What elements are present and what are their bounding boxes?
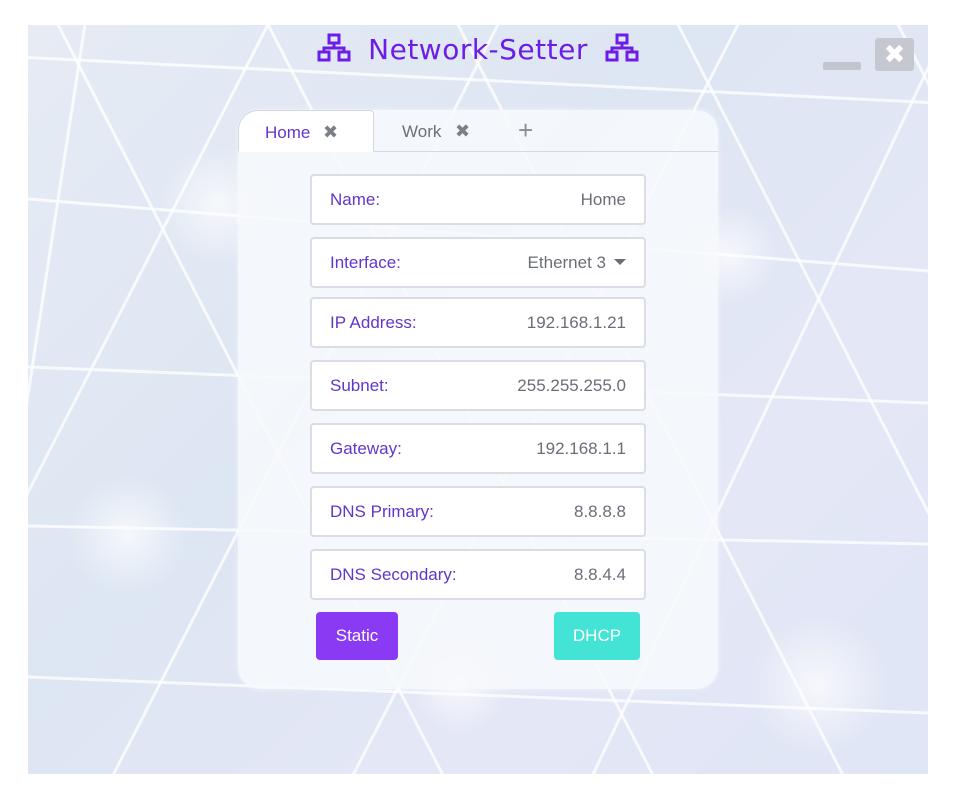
tab-close-icon[interactable]: ✖ [455,110,470,153]
dns-secondary-input[interactable]: 8.8.4.4 [574,551,626,598]
field-label: Subnet: [330,376,389,395]
dns-primary-input[interactable]: 8.8.8.8 [574,488,626,535]
tab-home[interactable]: Home ✖ [238,110,374,152]
app-title-text: Network-Setter [368,33,588,66]
dhcp-button[interactable]: DHCP [554,612,640,660]
gateway-input[interactable]: 192.168.1.1 [536,425,626,472]
network-icon [317,33,351,62]
interface-value[interactable]: Ethernet 3 [528,239,606,286]
dns-secondary-field[interactable]: DNS Secondary: 8.8.4.4 [310,549,646,600]
chevron-down-icon[interactable] [614,259,626,265]
interface-select[interactable]: Interface: Ethernet 3 [310,237,646,288]
subnet-input[interactable]: 255.255.255.0 [517,362,626,409]
tab-label: Work [402,122,442,141]
tab-bar: Home ✖ Work ✖ + [238,110,718,152]
network-icon [605,33,639,62]
static-button[interactable]: Static [316,612,398,660]
field-label: Gateway: [330,439,402,458]
tab-close-icon[interactable]: ✖ [323,111,338,154]
gateway-field[interactable]: Gateway: 192.168.1.1 [310,423,646,474]
name-field[interactable]: Name: Home [310,174,646,225]
field-label: Interface: [330,253,401,272]
dns-primary-field[interactable]: DNS Primary: 8.8.8.8 [310,486,646,537]
subnet-field[interactable]: Subnet: 255.255.255.0 [310,360,646,411]
tab-label: Home [265,123,311,142]
ip-address-input[interactable]: 192.168.1.21 [527,299,626,346]
ip-address-field[interactable]: IP Address: 192.168.1.21 [310,297,646,348]
close-window-button[interactable]: ✖ [875,38,914,71]
close-icon: ✖ [883,39,906,69]
tab-work[interactable]: Work ✖ [375,110,485,151]
field-label: Name: [330,190,381,209]
field-label: DNS Primary: [330,502,434,521]
minimize-button[interactable] [823,62,861,70]
field-label: DNS Secondary: [330,565,457,584]
app-window: Network-Setter ✖ Home ✖ Work ✖ + Name: H… [28,25,928,774]
name-input[interactable]: Home [581,176,626,223]
add-tab-icon[interactable]: + [518,110,533,151]
field-label: IP Address: [330,313,417,332]
app-title: Network-Setter [28,33,928,66]
settings-panel: Home ✖ Work ✖ + Name: Home Interface: Et… [238,110,718,689]
